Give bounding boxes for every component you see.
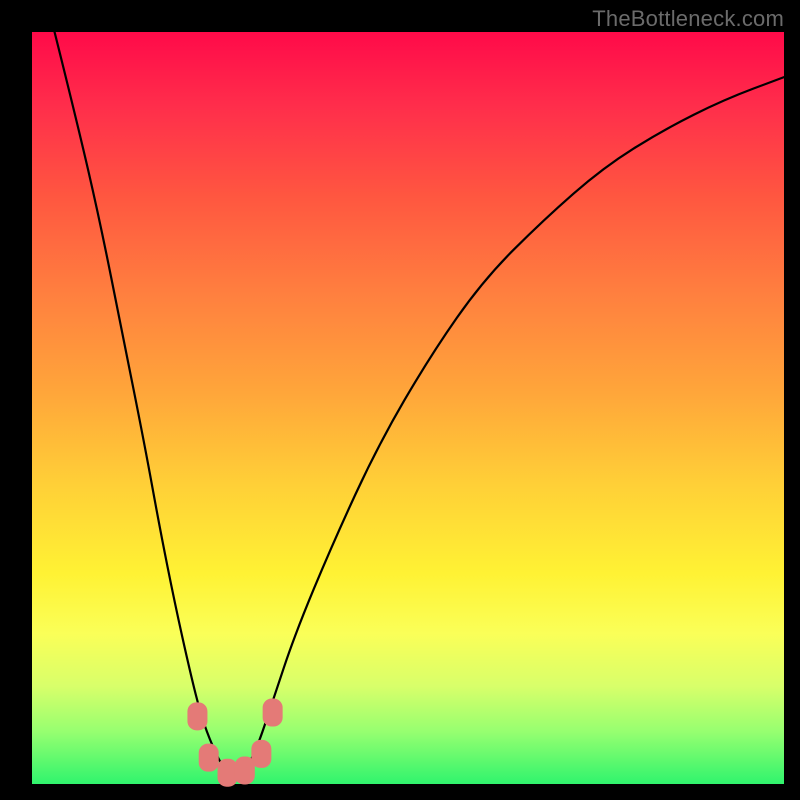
curve-path	[55, 32, 784, 775]
watermark-label: TheBottleneck.com	[592, 6, 784, 32]
marker-dot	[263, 699, 283, 727]
plot-area	[32, 32, 784, 784]
curve-line	[55, 32, 784, 775]
marker-dot	[199, 744, 219, 772]
chart-svg	[32, 32, 784, 784]
marker-dot	[187, 702, 207, 730]
marker-dot	[251, 740, 271, 768]
chart-frame: TheBottleneck.com	[0, 0, 800, 800]
curve-markers	[187, 699, 282, 787]
marker-dot	[218, 759, 238, 787]
